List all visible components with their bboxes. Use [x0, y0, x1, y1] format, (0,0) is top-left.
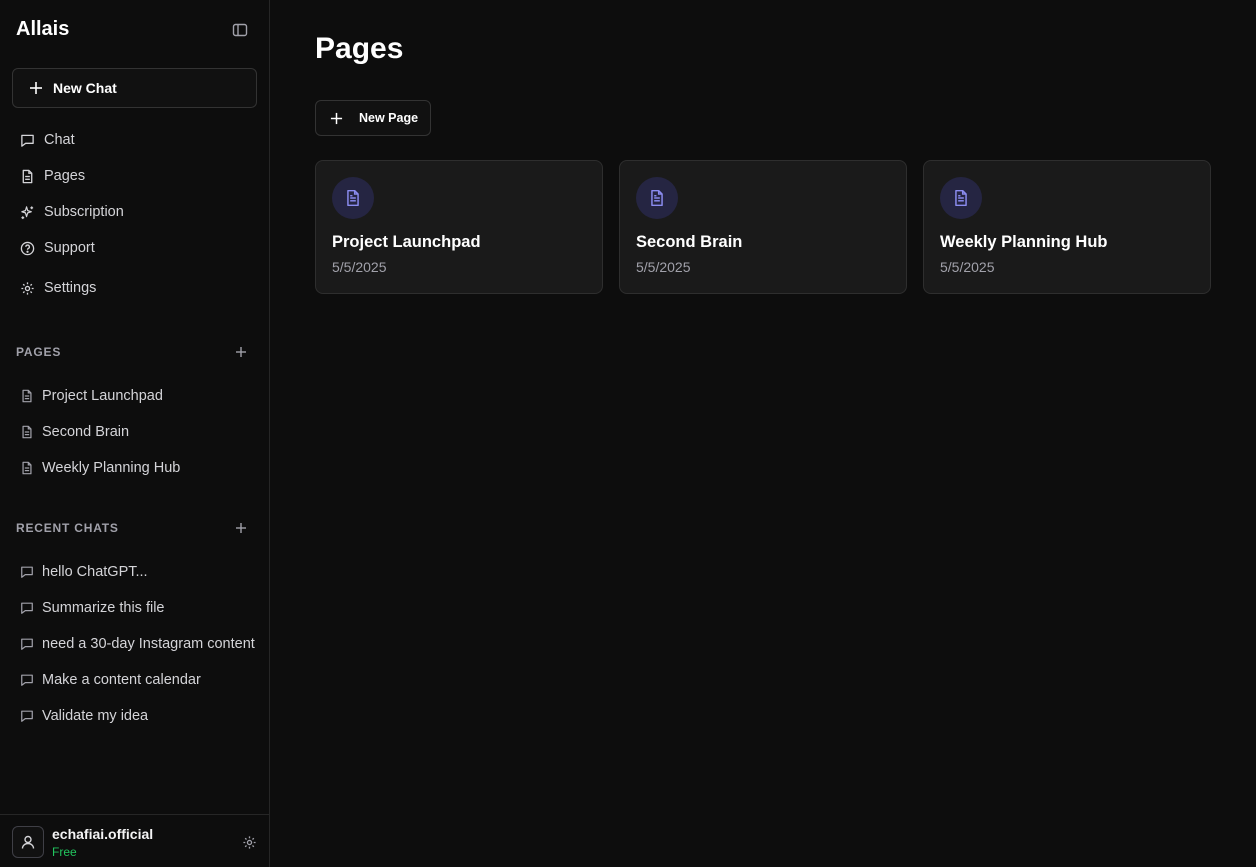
- recent-chat-label: Make a content calendar: [42, 672, 201, 688]
- gear-icon: [21, 281, 34, 295]
- document-icon: [332, 177, 374, 219]
- page-card-title: Second Brain: [636, 233, 743, 251]
- page-card-title: Weekly Planning Hub: [940, 233, 1108, 251]
- main-content: Pages New Page Project Launchpad 5/5/202…: [270, 0, 1256, 867]
- page-title: Pages: [315, 32, 404, 65]
- add-chat-icon[interactable]: [232, 519, 250, 537]
- user-bar: echafiai.official Free: [0, 814, 269, 867]
- nav-chat[interactable]: Chat: [20, 128, 75, 152]
- sidebar-page-label: Project Launchpad: [42, 388, 163, 404]
- recent-chat-label: Summarize this file: [42, 600, 165, 616]
- sidebar-page-item[interactable]: Second Brain: [20, 420, 268, 444]
- page-card[interactable]: Project Launchpad 5/5/2025: [315, 160, 603, 294]
- user-plan-badge: Free: [52, 845, 77, 859]
- document-icon: [22, 425, 32, 439]
- plus-icon: [330, 112, 343, 124]
- sidebar-page-label: Weekly Planning Hub: [42, 460, 181, 476]
- document-icon: [636, 177, 678, 219]
- nav-pages[interactable]: Pages: [20, 164, 85, 188]
- page-card[interactable]: Second Brain 5/5/2025: [619, 160, 907, 294]
- page-card-date: 5/5/2025: [636, 259, 691, 275]
- nav-subscription-label: Subscription: [44, 204, 124, 220]
- sidebar: Allais New Chat Chat Pages Subscription …: [0, 0, 270, 867]
- recent-chat-item[interactable]: Make a content calendar: [20, 668, 268, 692]
- new-page-label: New Page: [359, 111, 419, 125]
- recent-chat-item[interactable]: Summarize this file: [20, 596, 268, 620]
- nav-settings-label: Settings: [44, 280, 97, 296]
- chat-icon: [21, 566, 33, 578]
- new-chat-label: New Chat: [53, 80, 117, 96]
- nav-support-label: Support: [44, 240, 95, 256]
- plus-icon: [30, 82, 42, 94]
- nav-subscription[interactable]: Subscription: [20, 200, 124, 224]
- page-card[interactable]: Weekly Planning Hub 5/5/2025: [923, 160, 1211, 294]
- new-chat-button[interactable]: New Chat: [12, 68, 257, 108]
- chat-icon: [21, 674, 33, 686]
- user-settings-gear-icon[interactable]: [240, 833, 258, 851]
- nav-chat-label: Chat: [44, 132, 75, 148]
- recent-chat-item[interactable]: need a 30-day Instagram content: [20, 632, 268, 656]
- recent-chats-section-label: RECENT CHATS: [16, 521, 119, 535]
- document-icon: [22, 169, 33, 183]
- chat-icon: [21, 134, 34, 147]
- chat-icon: [21, 638, 33, 650]
- sidebar-page-label: Second Brain: [42, 424, 130, 440]
- nav-settings[interactable]: Settings: [20, 276, 96, 300]
- sparkles-icon: [21, 205, 34, 219]
- recent-chat-label: hello ChatGPT...: [42, 564, 148, 580]
- sidebar-page-item[interactable]: Project Launchpad: [20, 384, 268, 408]
- avatar[interactable]: [12, 826, 44, 858]
- nav-support[interactable]: Support: [20, 236, 95, 260]
- document-icon: [22, 461, 32, 475]
- help-circle-icon: [20, 241, 35, 255]
- page-card-title: Project Launchpad: [332, 233, 481, 251]
- document-icon: [22, 389, 32, 403]
- recent-chat-item[interactable]: hello ChatGPT...: [20, 560, 268, 584]
- chat-icon: [21, 710, 33, 722]
- page-card-date: 5/5/2025: [332, 259, 387, 275]
- add-page-icon[interactable]: [232, 343, 250, 361]
- user-icon: [21, 835, 35, 849]
- nav-pages-label: Pages: [44, 168, 86, 184]
- pages-section-label: PAGES: [16, 345, 62, 359]
- new-page-button[interactable]: New Page: [315, 100, 431, 136]
- recent-chat-label: need a 30-day Instagram content: [42, 636, 255, 652]
- sidebar-toggle-icon[interactable]: [230, 20, 250, 40]
- chat-icon: [21, 602, 33, 614]
- user-name: echafiai.official: [52, 826, 154, 842]
- app-title: Allais: [16, 18, 70, 40]
- document-icon: [940, 177, 982, 219]
- page-card-date: 5/5/2025: [940, 259, 995, 275]
- recent-chat-label: Validate my idea: [42, 708, 149, 724]
- sidebar-page-item[interactable]: Weekly Planning Hub: [20, 456, 268, 480]
- recent-chat-item[interactable]: Validate my idea: [20, 704, 268, 728]
